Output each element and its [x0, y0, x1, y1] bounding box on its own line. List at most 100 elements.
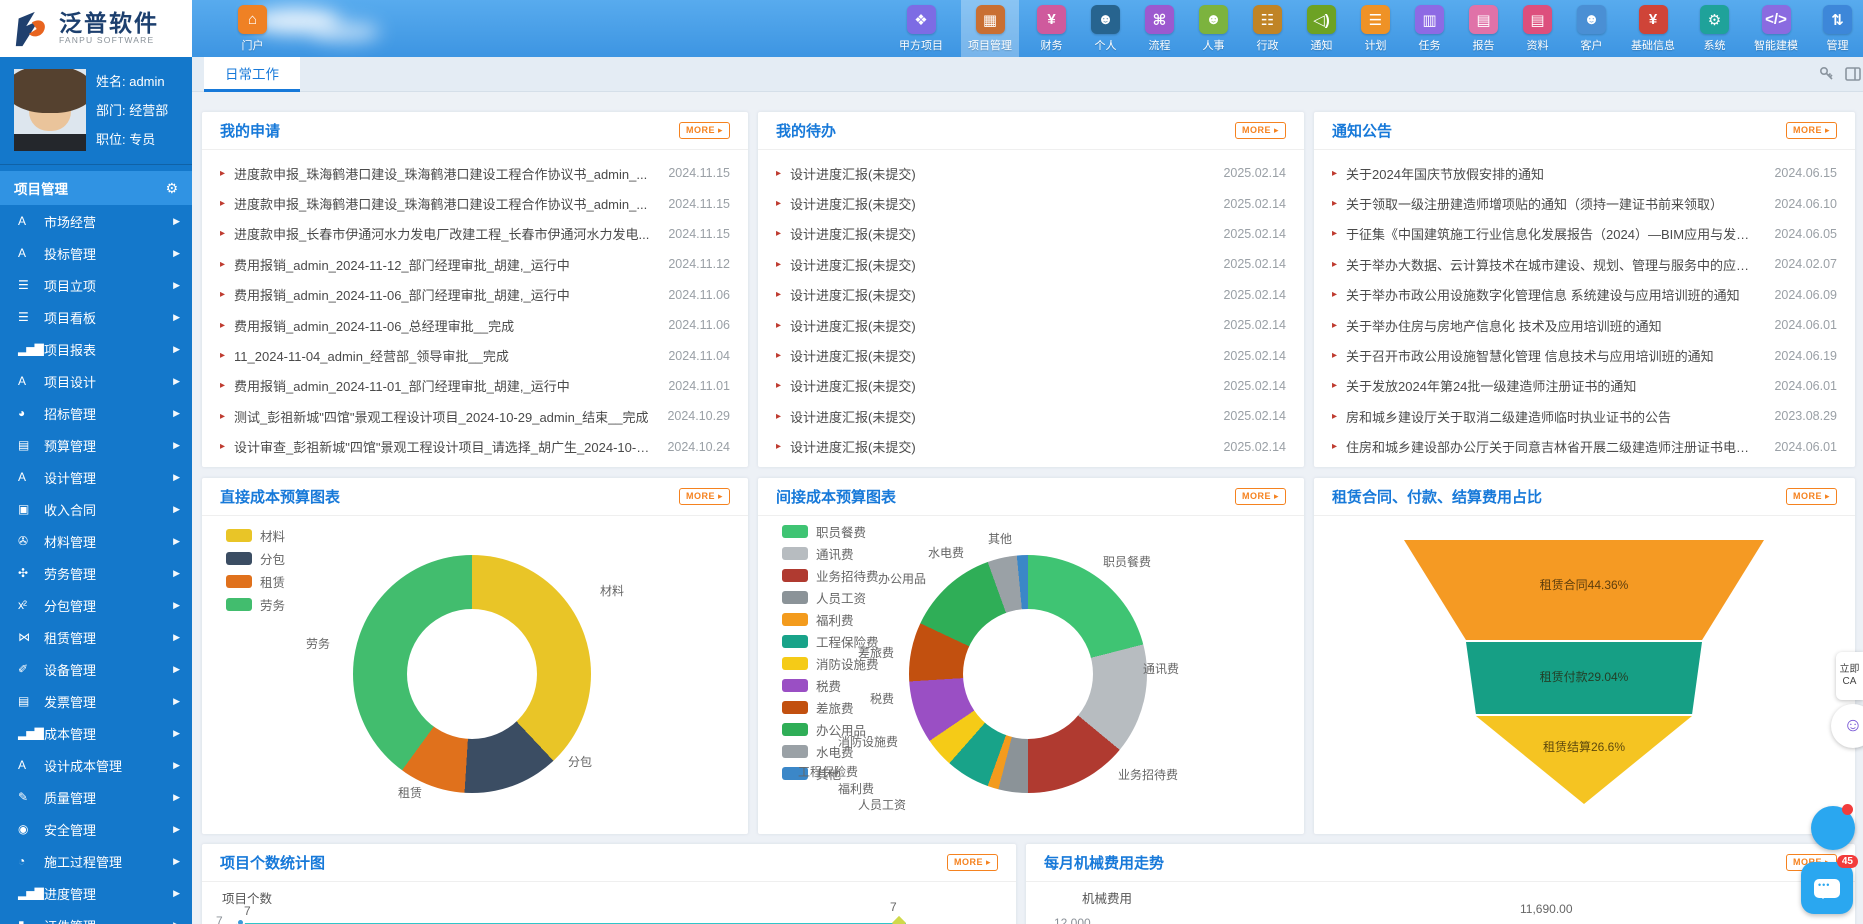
sidebar-item[interactable]: ✇ 材料管理 ▶	[0, 525, 192, 557]
floating-action-button[interactable]	[1811, 806, 1855, 850]
list-item[interactable]: ▸ 设计进度汇报(未提交) 2025.02.14	[776, 280, 1286, 310]
more-button[interactable]: MORE ▸	[947, 854, 998, 871]
list-item[interactable]: ▸ 费用报销_admin_2024-11-06_部门经理审批_胡建,_运行中 2…	[220, 280, 730, 310]
sidebar-item[interactable]: ◕ 招标管理 ▶	[0, 397, 192, 429]
more-button[interactable]: MORE ▸	[1786, 488, 1837, 505]
more-button[interactable]: MORE ▸	[679, 488, 730, 505]
consult-widget[interactable]: 立即CA	[1836, 652, 1863, 700]
legend-item[interactable]: 税费	[782, 674, 879, 696]
legend-item[interactable]: 劳务	[226, 593, 285, 616]
legend-item[interactable]: 通讯费	[782, 542, 879, 564]
list-item[interactable]: ▸ 房和城乡建设厅关于取消二级建造师临时执业证书的公告 2023.08.29	[1332, 401, 1837, 431]
topnav-item[interactable]: ☻ 个人	[1084, 0, 1127, 57]
topnav-item[interactable]: ¥ 财务	[1030, 0, 1073, 57]
gear-icon[interactable]: ⚙	[165, 180, 178, 197]
legend-item[interactable]: 差旅费	[782, 696, 879, 718]
topnav-item[interactable]: ¥ 基础信息	[1624, 0, 1682, 57]
topnav-item[interactable]: ◁) 通知	[1300, 0, 1343, 57]
sidebar-item[interactable]: ◉ 安全管理 ▶	[0, 813, 192, 845]
topnav-item[interactable]: ☷ 行政	[1246, 0, 1289, 57]
sidebar-item[interactable]: x² 分包管理 ▶	[0, 589, 192, 621]
topnav-item[interactable]: </> 智能建模	[1747, 0, 1805, 57]
topnav-item[interactable]: ⌘ 流程	[1138, 0, 1181, 57]
sidebar-item[interactable]: A 设计管理 ▶	[0, 461, 192, 493]
list-item[interactable]: ▸ 进度款申报_珠海鹤港口建设_珠海鹤港口建设工程合作协议书_admin_...…	[220, 188, 730, 218]
sidebar-item[interactable]: ☰ 项目看板 ▶	[0, 301, 192, 333]
sidebar-item[interactable]: ⋈ 租赁管理 ▶	[0, 621, 192, 653]
list-item[interactable]: ▸ 进度款申报_长春市伊通河水力发电厂改建工程_长春市伊通河水力发电... 20…	[220, 219, 730, 249]
list-item[interactable]: ▸ 设计进度汇报(未提交) 2025.02.14	[776, 188, 1286, 218]
list-item[interactable]: ▸ 设计进度汇报(未提交) 2025.02.14	[776, 158, 1286, 188]
legend-item[interactable]: 人员工资	[782, 586, 879, 608]
topnav-item[interactable]: ⇅ 管理	[1816, 0, 1859, 57]
list-item[interactable]: ▸ 设计进度汇报(未提交) 2025.02.14	[776, 371, 1286, 401]
list-item[interactable]: ▸ 设计进度汇报(未提交) 2025.02.14	[776, 249, 1286, 279]
sidebar-item-label: 设计管理	[44, 468, 96, 487]
sidebar-item[interactable]: A 项目设计 ▶	[0, 365, 192, 397]
topnav-item[interactable]: ▥ 任务	[1408, 0, 1451, 57]
list-item[interactable]: ▸ 进度款申报_珠海鹤港口建设_珠海鹤港口建设工程合作协议书_admin_...…	[220, 158, 730, 188]
sidebar-item[interactable]: A 设计成本管理 ▶	[0, 749, 192, 781]
more-button[interactable]: MORE ▸	[1786, 122, 1837, 139]
topnav-item[interactable]: ▤ 报告	[1462, 0, 1505, 57]
list-item[interactable]: ▸ 关于举办市政公用设施数字化管理信息 系统建设与应用培训班的通知 2024.0…	[1332, 280, 1837, 310]
list-item[interactable]: ▸ 费用报销_admin_2024-11-01_部门经理审批_胡建,_运行中 2…	[220, 371, 730, 401]
list-item[interactable]: ▸ 设计进度汇报(未提交) 2025.02.14	[776, 219, 1286, 249]
list-item[interactable]: ▸ 关于召开市政公用设施智慧化管理 信息技术与应用培训班的通知 2024.06.…	[1332, 340, 1837, 370]
sidebar-item[interactable]: ▤ 预算管理 ▶	[0, 429, 192, 461]
chat-button[interactable]: 45	[1801, 862, 1853, 914]
topnav-item-label: 项目管理	[968, 37, 1012, 53]
legend-item[interactable]: 分包	[226, 547, 285, 570]
list-item[interactable]: ▸ 关于举办住房与房地产信息化 技术及应用培训班的通知 2024.06.01	[1332, 310, 1837, 340]
topnav-item[interactable]: ⚙ 系统	[1693, 0, 1736, 57]
sidebar-item[interactable]: ☰ 项目立项 ▶	[0, 269, 192, 301]
more-button[interactable]: MORE ▸	[1235, 488, 1286, 505]
list-item[interactable]: ▸ 费用报销_admin_2024-11-06_总经理审批__完成 2024.1…	[220, 310, 730, 340]
legend-item[interactable]: 材料	[226, 524, 285, 547]
list-item[interactable]: ▸ 设计进度汇报(未提交) 2025.02.14	[776, 432, 1286, 462]
sidebar-item[interactable]: ✎ 质量管理 ▶	[0, 781, 192, 813]
list-item[interactable]: ▸ 设计进度汇报(未提交) 2025.02.14	[776, 401, 1286, 431]
sidebar-item[interactable]: ✣ 劳务管理 ▶	[0, 557, 192, 589]
topnav-item[interactable]: ▦ 项目管理	[961, 0, 1019, 57]
nav-portal[interactable]: ⌂ 门户	[238, 5, 267, 53]
legend-item[interactable]: 职员餐费	[782, 520, 879, 542]
key-icon[interactable]	[1819, 66, 1835, 82]
sidebar-item[interactable]: ✐ 设备管理 ▶	[0, 653, 192, 685]
tab-daily-work[interactable]: 日常工作	[204, 57, 300, 92]
sidebar-item[interactable]: ◔ 施工过程管理 ▶	[0, 845, 192, 877]
list-item[interactable]: ▸ 关于发放2024年第24批一级建造师注册证书的通知 2024.06.01	[1332, 371, 1837, 401]
list-item[interactable]: ▸ 关于领取一级注册建造师增项贴的通知（须持一建证书前来领取） 2024.06.…	[1332, 188, 1837, 218]
sidebar-item[interactable]: A 市场经营 ▶	[0, 205, 192, 237]
list-item[interactable]: ▸ 费用报销_admin_2024-11-12_部门经理审批_胡建,_运行中 2…	[220, 249, 730, 279]
list-item[interactable]: ▸ 设计进度汇报(未提交) 2025.02.14	[776, 340, 1286, 370]
list-item[interactable]: ▸ 设计审查_彭祖新城"四馆"景观工程设计项目_请选择_胡广生_2024-10-…	[220, 432, 730, 462]
sidebar-item[interactable]: ▣ 收入合同 ▶	[0, 493, 192, 525]
sidebar-item[interactable]: A 投标管理 ▶	[0, 237, 192, 269]
list-item-text: 房和城乡建设厅关于取消二级建造师临时执业证书的公告	[1346, 407, 1760, 426]
list-item[interactable]: ▸ 住房和城乡建设部办公厅关于同意吉林省开展二级建造师注册证书电子证书试点...…	[1332, 432, 1837, 462]
list-item[interactable]: ▸ 关于举办大数据、云计算技术在城市建设、规划、管理与服务中的应用培训班... …	[1332, 249, 1837, 279]
list-item[interactable]: ▸ 测试_彭祖新城"四馆"景观工程设计项目_2024-10-29_admin_结…	[220, 401, 730, 431]
top-bar: ❖ 甲方项目 ▦ 项目管理 ¥ 财务 ☻ 个人 ⌘ 流程 ☻ 人事	[0, 0, 1863, 57]
legend-item[interactable]: 福利费	[782, 608, 879, 630]
more-button[interactable]: MORE ▸	[1235, 122, 1286, 139]
panel-toggle-icon[interactable]	[1845, 66, 1861, 82]
more-button[interactable]: MORE ▸	[679, 122, 730, 139]
legend-item[interactable]: 租赁	[226, 570, 285, 593]
list-item[interactable]: ▸ 于征集《中国建筑施工行业信息化发展报告（2024）—BIM应用与发展》材料.…	[1332, 219, 1837, 249]
list-item[interactable]: ▸ 设计进度汇报(未提交) 2025.02.14	[776, 310, 1286, 340]
topnav-item[interactable]: ☻ 客户	[1570, 0, 1613, 57]
sidebar-item[interactable]: ▮ 证件管理 ▶	[0, 909, 192, 924]
legend-item[interactable]: 业务招待费	[782, 564, 879, 586]
sidebar-item[interactable]: ▂▅▇ 进度管理 ▶	[0, 877, 192, 909]
list-item[interactable]: ▸ 11_2024-11-04_admin_经营部_领导审批__完成 2024.…	[220, 340, 730, 370]
topnav-item[interactable]: ▤ 资料	[1516, 0, 1559, 57]
topnav-item[interactable]: ☰ 计划	[1354, 0, 1397, 57]
list-item[interactable]: ▸ 关于2024年国庆节放假安排的通知 2024.06.15	[1332, 158, 1837, 188]
topnav-item[interactable]: ☻ 人事	[1192, 0, 1235, 57]
topnav-item[interactable]: ❖ 甲方项目	[892, 0, 950, 57]
sidebar-item[interactable]: ▤ 发票管理 ▶	[0, 685, 192, 717]
sidebar-item[interactable]: ▂▅▇ 项目报表 ▶	[0, 333, 192, 365]
sidebar-item[interactable]: ▂▅▇ 成本管理 ▶	[0, 717, 192, 749]
